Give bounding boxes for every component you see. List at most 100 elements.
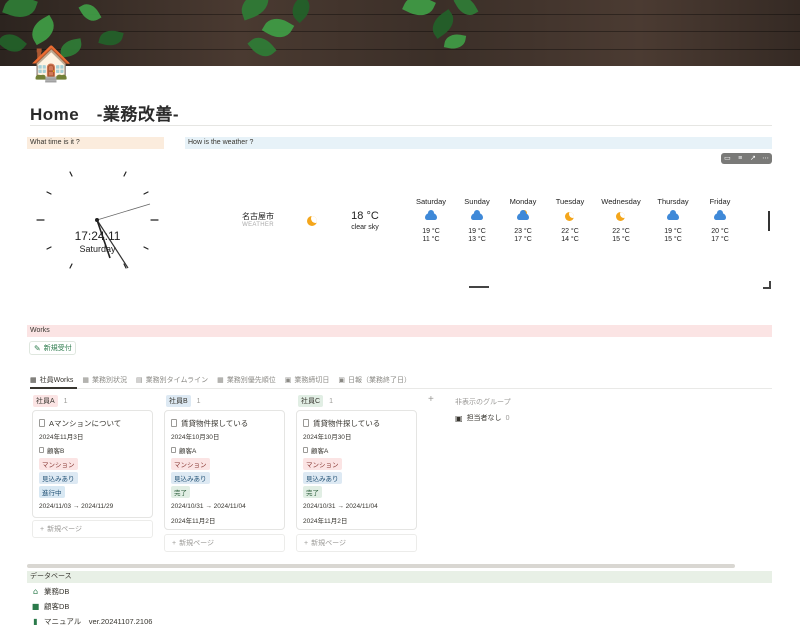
forecast-day-name: Thursday [657, 197, 689, 206]
moon-icon [565, 212, 574, 221]
tab-label: 業務締切日 [294, 377, 330, 384]
forecast-low: 15 °C [612, 236, 630, 243]
tab-priority[interactable]: ▦ 業務別優先順位 [217, 373, 276, 387]
moon-icon [616, 212, 625, 221]
page-icon [171, 447, 176, 453]
forecast-day: Wednesday 22 °C 15 °C [598, 197, 644, 243]
tab-label: 業務別状況 [91, 377, 127, 384]
status-badge: 進行中 [39, 486, 65, 498]
new-page-button[interactable]: + 新規ページ [296, 534, 417, 552]
forecast-day: Tuesday 22 °C 14 °C [547, 197, 593, 243]
new-page-button[interactable]: + 新規ページ [164, 534, 285, 552]
column-count: 1 [196, 397, 201, 405]
page-icon [303, 447, 308, 453]
divider [30, 388, 772, 389]
person-icon: ■ [31, 602, 40, 611]
open-external-icon[interactable]: ↗ [747, 153, 758, 164]
board-card[interactable]: Aマンションについて 2024年11月3日 顧客B マンション 見込みあり 進行… [32, 410, 153, 518]
current-condition: clear sky [351, 224, 379, 231]
embed-toolbar: ▭ ≡ ↗ ⋯ [721, 153, 772, 164]
weather-label: WEATHER [242, 222, 274, 228]
forecast-low: 13 °C [468, 236, 486, 243]
tab-daily-report[interactable]: ▣ 日報（業務終了日） [338, 373, 411, 387]
card-date: 2024年10月30日 [303, 434, 352, 441]
calendar-icon: ▣ [338, 376, 345, 384]
tab-timeline[interactable]: ▤ 業務別タイムライン [136, 373, 208, 387]
edit-icon: ✎ [34, 343, 41, 353]
widget-handle[interactable] [469, 286, 489, 288]
board-column-header[interactable]: 社員C 1 [298, 395, 333, 407]
board-card[interactable]: 賃貸物件探している 2024年10月30日 顧客A マンション 見込みあり 完了… [164, 410, 285, 530]
forecast-day: Monday 23 °C 17 °C [500, 197, 546, 243]
tag: マンション [171, 458, 210, 470]
card-period: 2024/10/31 → 2024/11/04 [303, 502, 378, 510]
callout-weather: How is the weather ? [185, 137, 772, 149]
card-client: 顧客A [311, 448, 329, 455]
forecast-day-name: Monday [509, 197, 537, 206]
card-title: 賃貸物件探している [181, 418, 249, 428]
forecast-high: 19 °C [664, 228, 682, 235]
database-link-tasks[interactable]: ⌂ 業務DB [31, 586, 69, 597]
sun-cloud-icon [517, 210, 529, 220]
callout-works: Works [27, 325, 772, 337]
cloud-rain-icon [471, 210, 483, 220]
timeline-icon: ▤ [135, 376, 143, 384]
plus-icon: + [172, 539, 177, 547]
resize-handle[interactable] [763, 281, 771, 289]
column-label: 社員B [166, 395, 191, 407]
forecast-low: 17 °C [711, 236, 729, 243]
card-end-date: 2024年11月2日 [303, 518, 348, 525]
house-icon[interactable]: 🏠 [30, 44, 72, 84]
card-title: 賃貸物件探している [313, 418, 381, 428]
database-link-clients[interactable]: ■ 顧客DB [31, 601, 70, 612]
comment-icon[interactable]: ▭ [722, 153, 733, 164]
new-page-button[interactable]: + 新規ページ [32, 520, 153, 538]
database-link-label: マニュアル ver.20241107.2106 [44, 617, 153, 626]
caption-icon[interactable]: ≡ [735, 153, 746, 164]
card-date: 2024年11月3日 [39, 434, 84, 441]
forecast-high: 23 °C [514, 228, 532, 235]
card-title: Aマンションについて [49, 418, 122, 428]
tag: マンション [39, 458, 78, 470]
weather-city: 名古屋市 [242, 212, 274, 221]
page-icon [39, 419, 45, 427]
board-column-header[interactable]: 社員A 1 [33, 395, 68, 407]
forecast-day: Friday 20 °C 17 °C [697, 197, 743, 243]
card-client: 顧客B [47, 448, 65, 455]
board-column-header[interactable]: 社員B 1 [166, 395, 201, 407]
forecast-low: 15 °C [664, 236, 682, 243]
status-badge: 完了 [171, 486, 190, 498]
clock-face [36, 171, 159, 269]
card-date: 2024年10月30日 [171, 434, 220, 441]
board-horizontal-scrollbar[interactable] [27, 564, 735, 568]
hidden-groups-label: 非表示のグループ [455, 399, 511, 406]
inbox-icon: ▣ [455, 413, 463, 423]
tab-deadline[interactable]: ▣ 業務締切日 [285, 373, 330, 387]
table-icon: ▦ [30, 376, 37, 384]
new-page-label: 新規ページ [179, 540, 214, 547]
book-icon: ▮ [33, 617, 38, 626]
forecast-high: 22 °C [612, 228, 630, 235]
analog-clock-widget: 17:24:11 Saturday [30, 163, 165, 278]
plus-icon: + [304, 539, 309, 547]
current-temperature: 18 °C [351, 210, 379, 222]
forecast-high: 19 °C [422, 228, 440, 235]
no-assignee-label: 担当者なし [466, 415, 502, 422]
forecast-low: 17 °C [514, 236, 532, 243]
database-link-label: 業務DB [44, 587, 70, 596]
callout-time: What time is it ? [27, 137, 164, 149]
tab-status-by-task[interactable]: ▦ 業務別状況 [82, 373, 127, 387]
more-icon[interactable]: ⋯ [760, 153, 771, 164]
column-label: 社員A [33, 395, 58, 407]
tab-label: 日報（業務終了日） [347, 377, 411, 384]
forecast-high: 20 °C [711, 228, 729, 235]
page-icon [171, 419, 177, 427]
database-link-label: 顧客DB [44, 602, 70, 611]
board-card[interactable]: 賃貸物件探している 2024年10月30日 顧客A マンション 見込みあり 完了… [296, 410, 417, 530]
tab-staff-works[interactable]: ▦ 社員Works [30, 373, 73, 387]
database-link-manual[interactable]: ▮ マニュアル ver.20241107.2106 [31, 616, 152, 627]
new-request-button[interactable]: ✎ 新規受付 [29, 341, 76, 355]
hidden-group-no-assignee[interactable]: ▣ 担当者なし 0 [455, 413, 509, 423]
add-group-icon[interactable]: + [428, 394, 434, 405]
forecast-scrollbar[interactable] [768, 211, 770, 231]
